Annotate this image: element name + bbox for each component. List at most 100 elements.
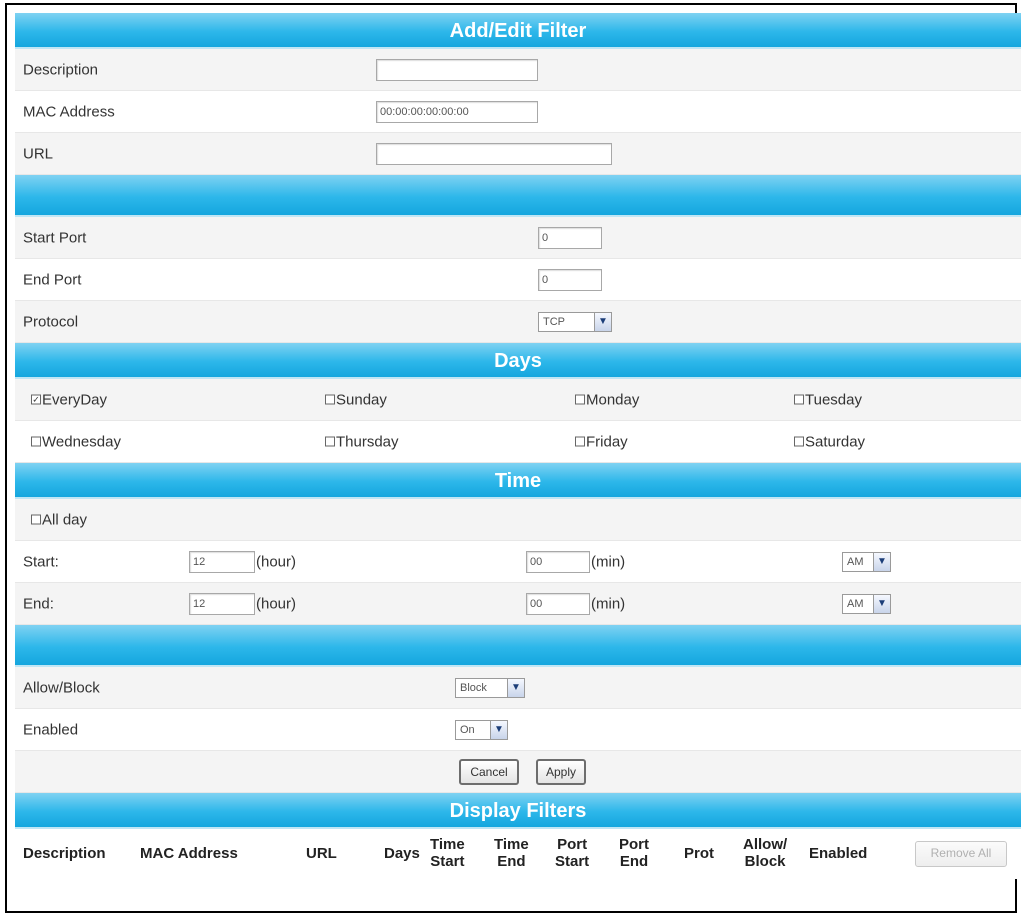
all-day-checkbox[interactable]: All day [31, 511, 87, 528]
end-port-input[interactable]: 0 [538, 268, 602, 291]
start-min-input[interactable]: 00 [526, 550, 590, 573]
col-time-start: Time Start [430, 836, 465, 870]
mac-address-label: MAC Address [23, 103, 115, 120]
checkbox-icon[interactable] [575, 436, 585, 447]
chevron-down-icon[interactable]: ▼ [490, 720, 507, 739]
chevron-down-icon[interactable]: ▼ [873, 552, 890, 571]
apply-button[interactable]: Apply [536, 758, 586, 785]
checkbox-icon[interactable] [31, 436, 41, 447]
col-prot: Prot [684, 845, 714, 862]
section-title: Time [494, 470, 542, 492]
col-line-2: End [497, 853, 526, 870]
chevron-down-icon[interactable]: ▼ [507, 678, 524, 697]
hour-unit-label: (hour) [256, 553, 297, 570]
end-min-input[interactable]: 00 [526, 592, 590, 615]
filter-form: Add/Edit Filter Description MAC Address … [15, 13, 1021, 879]
col-line-1: Port [557, 836, 588, 853]
remove-all-button[interactable]: Remove All [915, 841, 1007, 867]
enabled-row: Enabled On ▼ [15, 709, 1021, 751]
enabled-value: On [460, 723, 475, 736]
start-time-row: Start: 12 (hour) 00 (min) AM ▼ [15, 541, 1021, 583]
col-line-2: Start [555, 853, 590, 870]
protocol-row: Protocol TCP ▼ [15, 301, 1021, 343]
checkbox-icon[interactable] [575, 394, 585, 405]
day-saturday[interactable]: Saturday [794, 433, 865, 450]
start-port-input[interactable]: 0 [538, 226, 602, 249]
chevron-down-icon[interactable]: ▼ [594, 312, 611, 331]
start-ampm-select[interactable]: AM ▼ [842, 551, 891, 572]
chevron-down-icon[interactable]: ▼ [873, 594, 890, 613]
allow-block-value: Block [460, 681, 487, 694]
allow-block-label: Allow/Block [23, 679, 100, 696]
col-line-1: Allow/ [743, 836, 788, 853]
checkbox-checked-icon[interactable]: ✓ [31, 394, 41, 405]
end-port-label: End Port [23, 271, 82, 288]
buttons-row: Cancel Apply [15, 751, 1021, 793]
end-hour-input[interactable]: 12 [189, 592, 255, 615]
start-hour-input[interactable]: 12 [189, 550, 255, 573]
col-line-1: Port [619, 836, 649, 853]
col-description: Description [23, 845, 106, 862]
start-port-label: Start Port [23, 229, 87, 246]
allow-block-select[interactable]: Block ▼ [455, 677, 525, 698]
section-header-days: Days [15, 343, 1021, 379]
checkbox-icon[interactable] [794, 394, 804, 405]
checkbox-icon[interactable] [794, 436, 804, 447]
col-port-end: Port End [619, 836, 649, 870]
day-label: Friday [586, 433, 628, 450]
col-allow-block: Allow/Block [743, 836, 787, 870]
all-day-label: All day [42, 511, 88, 528]
col-url: URL [306, 845, 337, 862]
end-port-row: End Port 0 [15, 259, 1021, 301]
enabled-select[interactable]: On ▼ [455, 719, 508, 740]
days-row-1: ✓ EveryDay Sunday Monday Tuesday [15, 379, 1021, 421]
day-monday[interactable]: Monday [575, 391, 639, 408]
mac-address-row: MAC Address 00:00:00:00:00:00 [15, 91, 1021, 133]
start-port-row: Start Port 0 [15, 217, 1021, 259]
all-day-row: All day [15, 499, 1021, 541]
day-sunday[interactable]: Sunday [325, 391, 387, 408]
hour-unit-label: (hour) [256, 595, 297, 612]
col-line-1: Time [494, 836, 529, 853]
end-time-row: End: 12 (hour) 00 (min) AM ▼ [15, 583, 1021, 625]
section-title: Add/Edit Filter [449, 20, 587, 42]
start-time-label: Start: [23, 553, 59, 570]
day-friday[interactable]: Friday [575, 433, 628, 450]
col-enabled: Enabled [809, 845, 868, 862]
url-label: URL [23, 145, 54, 162]
day-label: Sunday [336, 391, 387, 408]
description-input[interactable] [376, 58, 538, 81]
url-input[interactable] [376, 142, 612, 165]
enabled-label: Enabled [23, 721, 79, 738]
col-time-end: Time End [494, 836, 529, 870]
day-wednesday[interactable]: Wednesday [31, 433, 121, 450]
section-header-time: Time [15, 463, 1021, 499]
checkbox-icon[interactable] [31, 514, 41, 525]
days-row-2: Wednesday Thursday Friday Saturday [15, 421, 1021, 463]
start-ampm-value: AM [847, 555, 864, 568]
protocol-select[interactable]: TCP ▼ [538, 311, 612, 332]
end-ampm-value: AM [847, 597, 864, 610]
end-ampm-select[interactable]: AM ▼ [842, 593, 891, 614]
section-header-display-filters: Display Filters [15, 793, 1021, 829]
description-label: Description [23, 61, 99, 78]
checkbox-icon[interactable] [325, 394, 335, 405]
day-label: Wednesday [42, 433, 121, 450]
day-everyday[interactable]: ✓ EveryDay [31, 391, 107, 408]
col-mac-address: MAC Address [140, 845, 238, 862]
allow-block-row: Allow/Block Block ▼ [15, 667, 1021, 709]
url-row: URL [15, 133, 1021, 175]
day-label: Tuesday [805, 391, 862, 408]
col-line-2: End [619, 853, 649, 870]
day-tuesday[interactable]: Tuesday [794, 391, 862, 408]
day-label: Saturday [805, 433, 866, 450]
section-header-add-edit: Add/Edit Filter [15, 13, 1021, 49]
col-port-start: Port Start [555, 836, 589, 870]
checkbox-icon[interactable] [325, 436, 335, 447]
day-thursday[interactable]: Thursday [325, 433, 399, 450]
col-days: Days [384, 845, 420, 862]
section-title: Days [494, 350, 542, 372]
mac-address-input[interactable]: 00:00:00:00:00:00 [376, 100, 538, 123]
cancel-button[interactable]: Cancel [459, 758, 519, 785]
protocol-label: Protocol [23, 313, 79, 330]
